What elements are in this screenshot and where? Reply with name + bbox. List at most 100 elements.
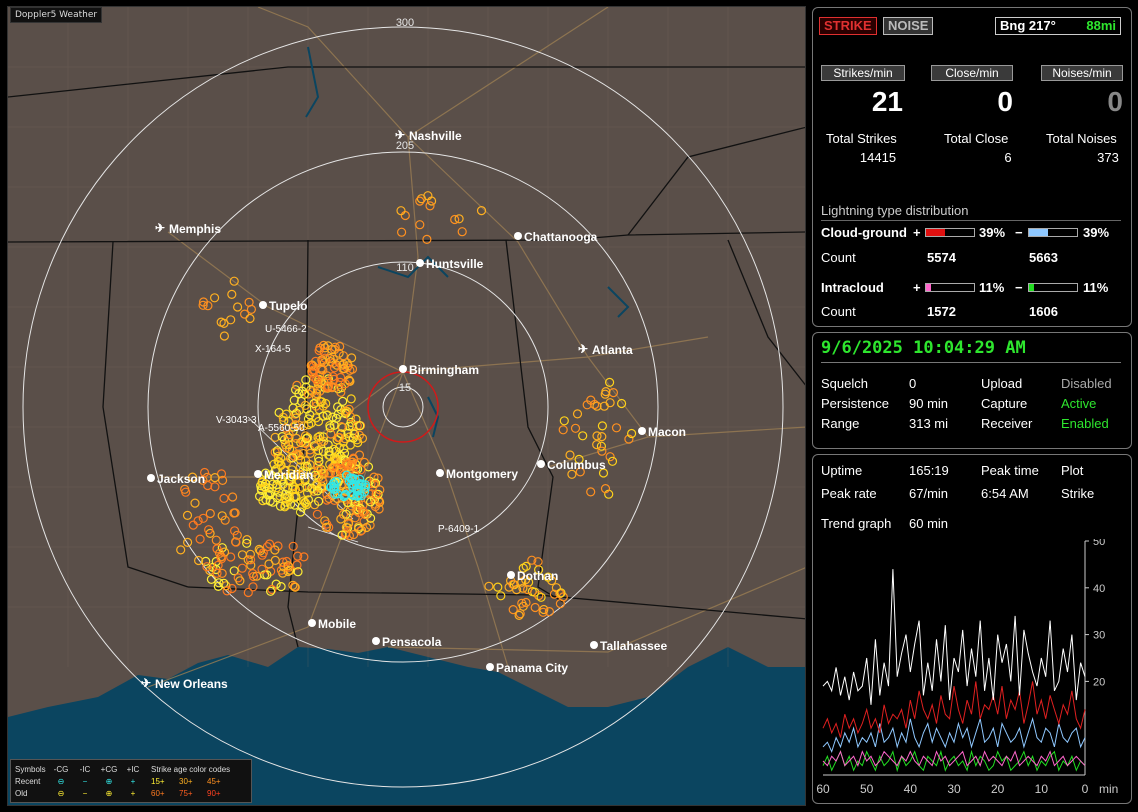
x-tick-label: 40 [904, 782, 918, 796]
cg-positive-pct: 39% [979, 225, 1006, 240]
ic-count-label: Count [821, 304, 856, 319]
clock-datetime: 9/6/2025 10:04:29 AM [821, 338, 1026, 358]
age-code: 45+ [207, 776, 221, 786]
city-label: Dothan [517, 569, 558, 583]
total-close-value: 6 [1004, 150, 1012, 165]
city-dot [416, 259, 424, 267]
range-label: Range [821, 416, 860, 431]
city-label: Chattanooga [524, 230, 598, 244]
noises-per-min-button[interactable]: Noises/min [1041, 65, 1123, 81]
plot-value[interactable]: Strike [1061, 486, 1094, 501]
total-noises-value: 373 [1097, 150, 1119, 165]
legend-pos-cg: +CG [100, 764, 118, 774]
city-dot [514, 232, 522, 240]
strike-stats-panel: STRIKE NOISE Bng 217° 88mi Strikes/min C… [812, 7, 1132, 327]
peak-rate-value: 67/min [909, 486, 949, 501]
ic-minus-sign: − [1015, 280, 1023, 295]
bearing-label: Bng 217° [1000, 18, 1056, 33]
plot-label: Plot [1061, 463, 1084, 478]
city-dot [259, 301, 267, 309]
city-label: Jackson [157, 472, 205, 486]
receiver-label: Receiver [981, 416, 1033, 431]
city-label: Tupelo [269, 299, 307, 313]
city-dot [147, 474, 155, 482]
receiver-value: Enabled [1061, 416, 1109, 431]
brand-label: Doppler5 Weather [10, 7, 103, 23]
storm-label: P-6409-1 [438, 524, 480, 535]
trend-graph-label: Trend graph [821, 516, 892, 531]
ic-negative-fill [1029, 284, 1035, 291]
city-dot [372, 637, 380, 645]
ic-negative-pct: 11% [1083, 280, 1109, 295]
cg-plus-sign: + [913, 225, 921, 240]
close-per-min-button[interactable]: Close/min [931, 65, 1013, 81]
city-label: Macon [648, 425, 686, 439]
legend-pos-ic: +IC [126, 764, 140, 774]
city-dot [507, 571, 515, 579]
legend-header: Symbols -CG -IC +CG +IC Strike age color… [15, 763, 247, 775]
city-label: Birmingham [409, 363, 479, 377]
trend-graph-value: 60 min [909, 516, 949, 531]
total-noises-label: Total Noises [1046, 131, 1117, 146]
city-dot [254, 470, 262, 478]
ring-label: 110 [396, 262, 414, 274]
neg-cg-recent-icon: ⊖ [57, 776, 65, 786]
squelch-label: Squelch [821, 376, 868, 391]
city-dot [399, 365, 407, 373]
airport-icon: ✈ [155, 221, 165, 235]
legend-neg-ic: -IC [79, 764, 91, 774]
ic-positive-count: 1572 [927, 304, 956, 319]
cg-positive-fill [926, 229, 945, 236]
x-tick-label: 50 [860, 782, 874, 796]
age-code: 15+ [151, 776, 165, 786]
pos-ic-old-icon: + [130, 788, 136, 798]
divider [821, 220, 1121, 221]
squelch-value: 0 [909, 376, 917, 391]
symbol-legend: Symbols -CG -IC +CG +IC Strike age color… [10, 759, 252, 803]
age-code: 30+ [179, 776, 193, 786]
total-close-label: Total Close [944, 131, 1009, 146]
cg-positive-bar [925, 228, 975, 237]
intracloud-label: Intracloud [821, 280, 884, 295]
strikes-per-min-button[interactable]: Strikes/min [821, 65, 905, 81]
airport-icon: ✈ [141, 676, 151, 690]
legend-symbols-label: Symbols [15, 764, 46, 774]
bearing-distance: 88mi [1086, 18, 1116, 33]
city-label: Memphis [169, 222, 221, 236]
total-strikes-label: Total Strikes [826, 131, 897, 146]
cg-negative-count: 5663 [1029, 250, 1058, 265]
city-label: Huntsville [426, 257, 484, 271]
ring-label: 300 [396, 17, 414, 29]
city-label: Mobile [318, 617, 356, 631]
city-label: Panama City [496, 661, 568, 675]
uptime-value: 165:19 [909, 463, 949, 478]
ic-negative-bar [1028, 283, 1078, 292]
x-tick-label: 10 [1035, 782, 1049, 796]
legend-neg-cg: -CG [53, 764, 69, 774]
peak-time-value: 6:54 AM [981, 486, 1029, 501]
neg-cg-old-icon: ⊖ [57, 788, 65, 798]
city-label: Tallahassee [600, 639, 667, 653]
storm-label: X-164-5 [255, 344, 291, 355]
pos-cg-old-icon: ⊕ [105, 788, 113, 798]
city-dot [537, 460, 545, 468]
age-code: 90+ [207, 788, 221, 798]
ic-plus-sign: + [913, 280, 921, 295]
trend-series-line [822, 750, 1086, 767]
city-label: Montgomery [446, 467, 518, 481]
legend-recent-row: Recent ⊖ − ⊕ + 15+ 30+ 45+ [15, 775, 247, 787]
divider [821, 362, 1121, 363]
city-dot [436, 469, 444, 477]
storm-label: V-3043-3 [216, 415, 257, 426]
strike-indicator[interactable]: STRIKE [819, 17, 877, 35]
legend-recent-label: Recent [15, 776, 41, 786]
distribution-title: Lightning type distribution [821, 203, 969, 218]
age-code: 75+ [179, 788, 193, 798]
noise-indicator[interactable]: NOISE [883, 17, 934, 35]
radar-map[interactable]: 300 205 110 15 ✈ Nashville ✈ Memphis Chattan… [7, 6, 806, 806]
y-tick-label: 50 [1093, 539, 1105, 548]
x-tick-label: 20 [991, 782, 1005, 796]
map-canvas[interactable]: 300 205 110 15 ✈ Nashville✈ MemphisChattan… [8, 7, 806, 806]
pos-cg-recent-icon: ⊕ [105, 776, 113, 786]
capture-value: Active [1061, 396, 1097, 411]
